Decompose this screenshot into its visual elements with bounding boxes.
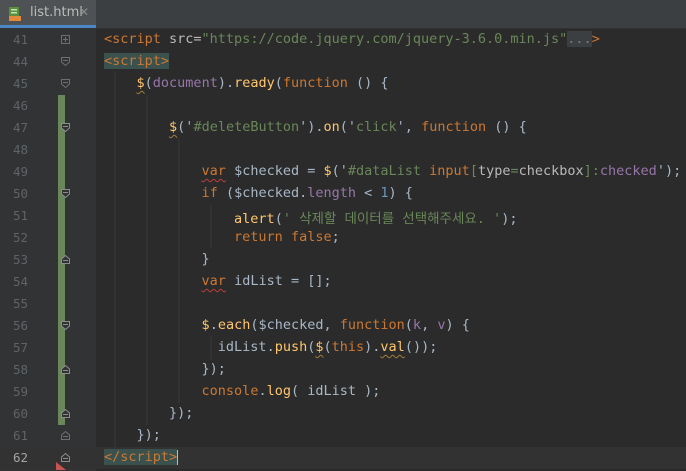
fold-minus-icon[interactable] <box>61 57 70 66</box>
fold-end-icon[interactable] <box>61 431 70 440</box>
line-number: 62 <box>12 450 28 465</box>
vcs-added-marker[interactable] <box>58 271 65 293</box>
code-line: 57 idList.push($(this).val()); <box>0 337 686 359</box>
code-text: <script src="https://code.jquery.com/jqu… <box>104 31 600 47</box>
line-number: 41 <box>12 32 28 47</box>
code-line: 52 return false; <box>0 227 686 249</box>
code-line-current: 62 </script> <box>0 447 686 470</box>
code-line: 45 $(document).ready(function () { <box>0 73 686 95</box>
fold-end-icon[interactable] <box>61 453 70 462</box>
code-text: $.each($checked, function(k, v) { <box>201 317 470 333</box>
code-text: <script> <box>104 53 170 69</box>
tab-label: list.html <box>30 5 83 20</box>
html-file-icon <box>9 7 21 21</box>
code-line: 49 var $checked = $('#dataList input[typ… <box>0 161 686 183</box>
line-number: 51 <box>12 208 28 223</box>
tab-list-html[interactable]: list.html ✕ <box>0 0 96 28</box>
code-line: 51 alert(' 삭제할 데이터를 선택해주세요. '); <box>0 205 686 227</box>
text-caret <box>177 449 179 465</box>
close-tab-icon[interactable]: ✕ <box>79 5 89 19</box>
line-number: 58 <box>12 362 28 377</box>
vcs-added-marker[interactable] <box>58 227 65 249</box>
line-number: 59 <box>12 384 28 399</box>
fold-minus-icon[interactable] <box>61 123 70 132</box>
code-line: 59 console.log( idList ); <box>0 381 686 403</box>
line-number: 50 <box>12 186 28 201</box>
line-number: 54 <box>12 274 28 289</box>
code-text: var $checked = $('#dataList input[type=c… <box>201 163 682 179</box>
code-text: }); <box>169 405 194 421</box>
fold-plus-icon[interactable] <box>61 35 70 44</box>
code-line: 44 <script> <box>0 51 686 73</box>
line-number: 55 <box>12 296 28 311</box>
line-number: 61 <box>12 428 28 443</box>
code-text: console.log( idList ); <box>201 383 381 399</box>
vcs-added-marker[interactable] <box>58 381 65 403</box>
code-text: </script> <box>104 449 179 465</box>
code-line: 47 $('#deleteButton').on('click', functi… <box>0 117 686 139</box>
line-number: 53 <box>12 252 28 267</box>
code-text: $(document).ready(function () { <box>136 75 389 91</box>
line-number: 44 <box>12 54 28 69</box>
fold-end-icon[interactable] <box>61 365 70 374</box>
line-number: 56 <box>12 318 28 333</box>
code-line: 48 <box>0 139 686 161</box>
code-line: 58 }); <box>0 359 686 381</box>
vcs-added-marker[interactable] <box>58 161 65 183</box>
vcs-added-marker[interactable] <box>58 139 65 161</box>
code-line: 53 } <box>0 249 686 271</box>
code-text: idList.push($(this).val()); <box>217 339 438 355</box>
fold-minus-icon[interactable] <box>61 79 70 88</box>
line-number: 49 <box>12 164 28 179</box>
code-text: return false; <box>234 229 340 245</box>
fold-minus-icon[interactable] <box>61 321 70 330</box>
code-text: if ($checked.length < 1) { <box>201 185 413 201</box>
line-number: 57 <box>12 340 28 355</box>
vcs-added-marker[interactable] <box>58 95 65 117</box>
fold-end-icon[interactable] <box>61 409 70 418</box>
code-text: var idList = []; <box>201 273 332 289</box>
code-text: $('#deleteButton').on('click', function … <box>169 119 527 135</box>
code-editor[interactable]: 41 <script src="https://code.jquery.com/… <box>0 29 686 471</box>
code-line: 61 }); <box>0 425 686 447</box>
fold-end-icon[interactable] <box>61 255 70 264</box>
code-text: alert(' 삭제할 데이터를 선택해주세요. '); <box>234 211 518 227</box>
code-line: 50 if ($checked.length < 1) { <box>0 183 686 205</box>
line-number: 48 <box>12 142 28 157</box>
code-text: }); <box>201 361 226 377</box>
code-line: 41 <script src="https://code.jquery.com/… <box>0 29 686 51</box>
vcs-added-marker[interactable] <box>58 293 65 315</box>
code-line: 56 $.each($checked, function(k, v) { <box>0 315 686 337</box>
code-text: }); <box>136 427 161 443</box>
code-line: 60 }); <box>0 403 686 425</box>
line-number: 60 <box>12 406 28 421</box>
breakpoint-marker-icon[interactable] <box>56 462 66 470</box>
line-number: 46 <box>12 98 28 113</box>
vcs-added-marker[interactable] <box>58 205 65 227</box>
vcs-added-marker[interactable] <box>58 337 65 359</box>
editor-tab-bar: list.html ✕ <box>0 0 686 29</box>
code-line: 46 <box>0 95 686 117</box>
line-number: 47 <box>12 120 28 135</box>
fold-minus-icon[interactable] <box>61 189 70 198</box>
code-line: 55 <box>0 293 686 315</box>
line-number: 45 <box>12 76 28 91</box>
line-number: 52 <box>12 230 28 245</box>
code-line: 54 var idList = []; <box>0 271 686 293</box>
code-text: } <box>201 251 210 267</box>
